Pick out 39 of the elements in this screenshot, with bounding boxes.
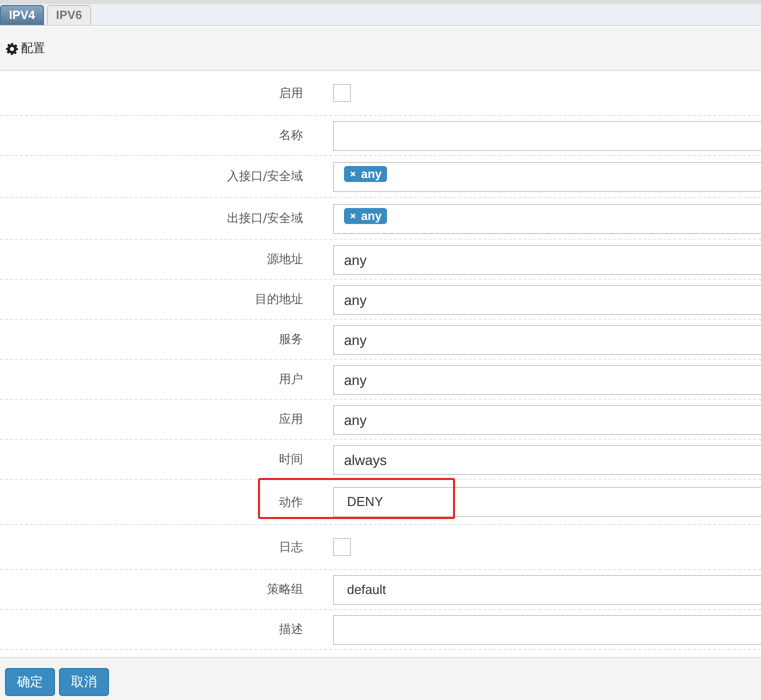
panel-title: 配置 — [21, 40, 45, 57]
checkbox[interactable] — [333, 538, 351, 556]
remove-icon[interactable] — [350, 212, 356, 218]
select-field[interactable]: default — [333, 574, 761, 604]
input-field[interactable] — [333, 614, 761, 644]
checkbox[interactable] — [333, 84, 351, 102]
field-label: 目的地址 — [255, 291, 303, 308]
field-label: 动作 — [279, 494, 303, 510]
field-label: 启用 — [279, 84, 303, 102]
input-field[interactable]: any — [333, 404, 761, 434]
tag[interactable]: any — [344, 166, 387, 182]
input-field[interactable]: any — [333, 324, 761, 354]
select-field[interactable]: DENY — [333, 487, 761, 517]
field-label: 入接口/安全域 — [226, 168, 303, 185]
tag-input-field[interactable]: any — [333, 162, 761, 192]
field-label: 服务 — [279, 331, 303, 348]
tab[interactable]: IPV6 — [47, 5, 92, 25]
input-field[interactable]: any — [333, 364, 761, 394]
field-label: 名称 — [279, 127, 303, 144]
field-label: 出接口/安全域 — [226, 210, 303, 227]
field-label: 描述 — [279, 621, 303, 638]
field-label: 策略组 — [267, 581, 303, 598]
form-button[interactable]: 取消 — [59, 668, 109, 696]
tag-input-field[interactable]: any — [333, 204, 761, 234]
settings-icon — [6, 42, 18, 54]
input-field[interactable] — [333, 120, 761, 150]
field-label: 源地址 — [267, 251, 303, 268]
field-label: 时间 — [279, 451, 303, 468]
tag-text: any — [361, 208, 382, 224]
field-label: 用户 — [279, 371, 303, 388]
form-button[interactable]: 确定 — [5, 668, 55, 696]
tag-text: any — [361, 166, 382, 182]
input-field[interactable]: any — [333, 284, 761, 314]
field-label: 日志 — [279, 538, 303, 556]
field-label: 应用 — [279, 411, 303, 428]
remove-icon[interactable] — [350, 170, 356, 176]
input-field[interactable]: always — [333, 444, 761, 474]
input-field[interactable]: any — [333, 244, 761, 274]
tag[interactable]: any — [344, 208, 387, 224]
